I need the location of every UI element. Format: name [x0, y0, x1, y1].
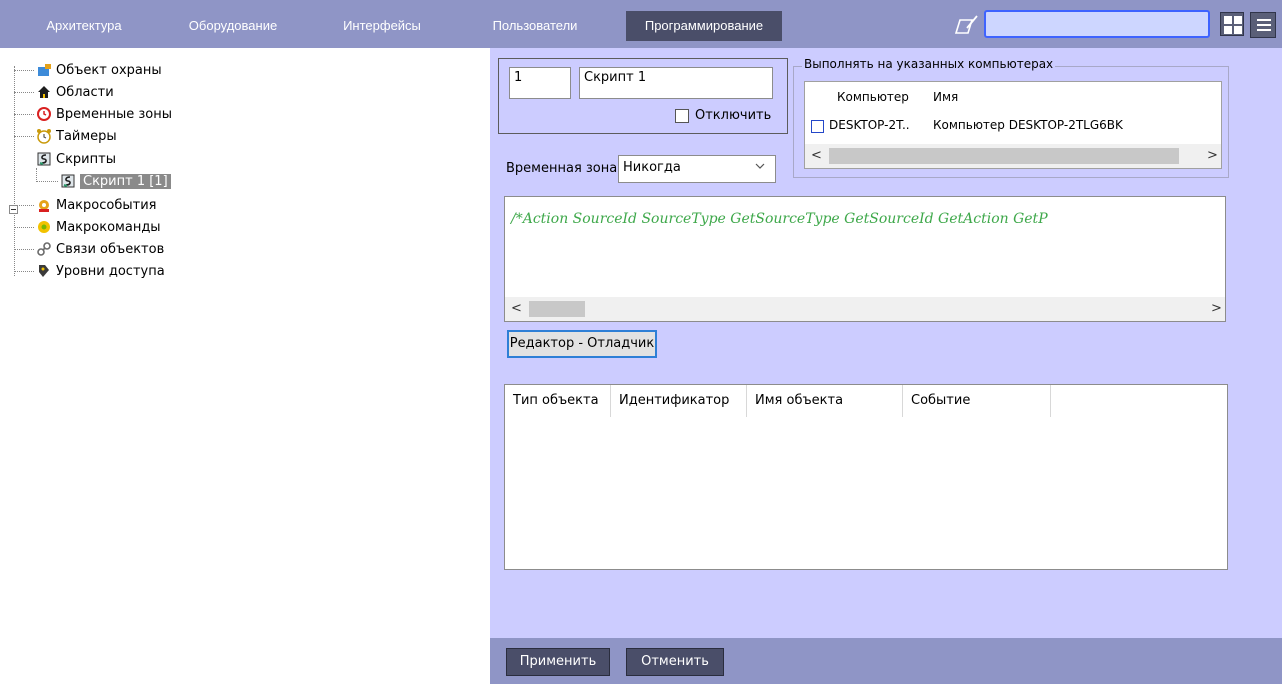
timezone-select-value: Никогда	[623, 160, 681, 175]
scroll-left-icon[interactable]: <	[811, 148, 822, 163]
script-icon	[61, 174, 75, 188]
tree-connector	[14, 114, 34, 115]
house-icon	[38, 86, 50, 98]
macro-command-icon	[38, 221, 50, 233]
disable-checkbox-label: Отключить	[695, 108, 772, 123]
computer-row-checkbox[interactable]	[811, 120, 824, 133]
tree-item-label: Таймеры	[56, 128, 117, 144]
column-header-event[interactable]: Событие	[903, 385, 1051, 417]
tree-connector	[14, 249, 34, 250]
search-input[interactable]	[984, 10, 1210, 38]
script-id-field[interactable]: 1	[509, 67, 571, 99]
tree-connector	[14, 227, 34, 228]
tab-interfaces[interactable]: Интерфейсы	[322, 11, 442, 41]
scroll-left-icon[interactable]: <	[511, 301, 522, 316]
disable-checkbox[interactable]	[675, 109, 689, 123]
tree-connector	[14, 66, 15, 276]
bottom-action-bar: Применить Отменить	[490, 638, 1282, 684]
grid-layout-icon[interactable]	[1220, 12, 1244, 36]
script-settings-panel: 1 Скрипт 1 Отключить Выполнять на указан…	[490, 48, 1282, 684]
tab-programming[interactable]: Программирование	[626, 11, 782, 41]
tree-item-label: Уровни доступа	[56, 263, 165, 279]
access-level-icon	[39, 265, 49, 277]
clock-icon	[37, 107, 51, 121]
computers-group-title: Выполнять на указанных компьютерах	[802, 57, 1056, 71]
computers-horizontal-scrollbar[interactable]: < >	[805, 144, 1221, 168]
column-header-object-name[interactable]: Имя объекта	[747, 385, 903, 417]
alarm-clock-icon	[37, 129, 51, 144]
tree-item-label: Области	[56, 84, 114, 100]
shield-object-icon	[38, 64, 51, 76]
pen-icon[interactable]	[953, 14, 979, 36]
column-header-name[interactable]: Имя	[933, 90, 958, 104]
computer-row-name[interactable]: Компьютер DESKTOP-2TLG6BK	[933, 118, 1123, 132]
tree-item-label: Макрособытия	[56, 197, 157, 213]
scroll-right-icon[interactable]: >	[1211, 301, 1222, 316]
app-window: Архитектура Оборудование Интерфейсы Поль…	[0, 0, 1282, 684]
tree-item-label: Макрокоманды	[56, 219, 161, 235]
tab-architecture[interactable]: Архитектура	[26, 11, 142, 41]
tree-item-object[interactable]: Объект охраны	[36, 60, 162, 80]
tree-item-label: Скрипты	[56, 151, 116, 167]
object-tree: Объект охраны Области Временные зоны Тай…	[0, 48, 490, 684]
column-header-object-type[interactable]: Тип объекта	[505, 385, 611, 417]
tree-connector	[14, 92, 34, 93]
scrollbar-thumb[interactable]	[529, 301, 585, 317]
events-table: Тип объекта Идентификатор Имя объекта Со…	[504, 384, 1228, 570]
tree-item-macro-events[interactable]: Макрособытия	[36, 195, 156, 215]
script-icon	[37, 152, 51, 166]
chevron-down-icon	[755, 163, 765, 169]
tree-connector	[14, 70, 34, 71]
tree-item-time-zones[interactable]: Временные зоны	[36, 104, 172, 124]
tree-item-areas[interactable]: Области	[36, 82, 114, 102]
script-identity-group: 1 Скрипт 1 Отключить	[498, 58, 788, 134]
tree-connector	[36, 181, 58, 182]
tree-item-timers[interactable]: Таймеры	[36, 126, 117, 146]
tree-connector	[14, 271, 34, 272]
code-horizontal-scrollbar[interactable]: < >	[505, 297, 1225, 321]
tree-item-label: Связи объектов	[56, 241, 165, 257]
apply-button[interactable]: Применить	[506, 648, 610, 676]
scrollbar-thumb[interactable]	[829, 148, 1179, 164]
scroll-right-icon[interactable]: >	[1207, 148, 1218, 163]
computers-group: Выполнять на указанных компьютерах Компь…	[793, 57, 1229, 178]
tree-item-access-levels[interactable]: Уровни доступа	[36, 261, 165, 281]
tree-item-label: Скрипт 1 [1]	[80, 173, 171, 189]
tree-connector	[36, 168, 37, 182]
timezone-label: Временная зона	[506, 161, 618, 176]
column-header-identifier[interactable]: Идентификатор	[611, 385, 747, 417]
top-tab-bar: Архитектура Оборудование Интерфейсы Поль…	[0, 0, 1282, 48]
link-icon	[37, 242, 51, 256]
tree-item-script-1[interactable]: Скрипт 1 [1]	[60, 171, 171, 191]
tree-item-object-links[interactable]: Связи объектов	[36, 239, 164, 259]
script-name-field[interactable]: Скрипт 1	[579, 67, 773, 99]
tab-equipment[interactable]: Оборудование	[170, 11, 296, 41]
script-code-editor[interactable]: /*Action SourceId SourceType GetSourceTy…	[504, 196, 1226, 322]
script-code-text: /*Action SourceId SourceType GetSourceTy…	[511, 211, 1048, 227]
tree-connector	[14, 136, 34, 137]
macro-event-icon	[39, 200, 49, 212]
computers-list: Компьютер Имя DESKTOP-2T.. Компьютер DES…	[804, 81, 1222, 169]
column-header-computer[interactable]: Компьютер	[837, 90, 909, 104]
computer-row-computer[interactable]: DESKTOP-2T..	[829, 118, 910, 132]
tab-users[interactable]: Пользователи	[470, 11, 600, 41]
tree-expander-collapse[interactable]	[9, 205, 18, 214]
cancel-button[interactable]: Отменить	[626, 648, 724, 676]
timezone-select[interactable]: Никогда	[618, 155, 776, 183]
tree-item-macro-commands[interactable]: Макрокоманды	[36, 217, 161, 237]
debugger-editor-button[interactable]: Редактор - Отладчик	[507, 330, 657, 358]
tree-item-label: Объект охраны	[56, 62, 162, 78]
menu-icon[interactable]	[1250, 12, 1276, 38]
tree-item-scripts[interactable]: Скрипты	[36, 149, 116, 169]
tree-item-label: Временные зоны	[56, 106, 172, 122]
